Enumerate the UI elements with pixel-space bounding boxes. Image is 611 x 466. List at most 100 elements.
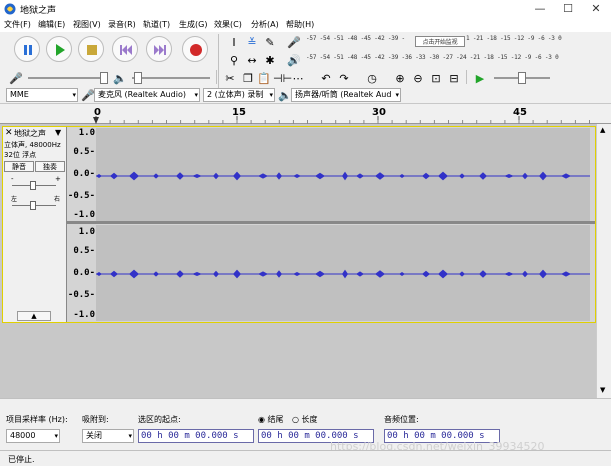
pan-right: 右	[54, 196, 61, 203]
pan-thumb[interactable]	[30, 201, 36, 210]
cut-icon[interactable]: ✂	[222, 70, 238, 86]
track-area[interactable]: ✕ 地狱之声 ▼ 立体声, 48000Hz 32位 浮点 静音 独奏 - + 左…	[0, 124, 611, 398]
trim-icon[interactable]: ⊣⊢	[272, 70, 292, 86]
gain-slider[interactable]	[12, 181, 56, 190]
menu-edit[interactable]: 编辑(E)	[38, 19, 65, 30]
selection-start-value: 00 h 00 m 00.000 s	[141, 431, 239, 441]
record-meter-right: 1 -21 -18 -15 -12 -9 -6 -3 0	[466, 35, 576, 46]
selection-tool-icon[interactable]: I	[226, 34, 242, 50]
scroll-up-icon[interactable]: ▲	[600, 126, 605, 134]
chevron-down-icon: ▾	[269, 91, 273, 99]
undo-icon[interactable]: ↶	[318, 70, 334, 86]
minimize-button[interactable]: —	[526, 0, 554, 18]
waveform-left-channel[interactable]	[96, 128, 590, 221]
playback-meter-speaker-icon[interactable]: 🔊	[286, 52, 302, 68]
play-button[interactable]	[46, 36, 72, 62]
record-volume-thumb[interactable]	[100, 72, 108, 84]
mute-button[interactable]: 静音	[4, 161, 34, 172]
play-speed-thumb[interactable]	[518, 72, 526, 84]
playback-volume-slider[interactable]	[132, 72, 210, 84]
snap-to-label: 吸附到:	[82, 415, 109, 424]
selection-start-time[interactable]: 00 h 00 m 00.000 s	[138, 429, 254, 443]
menu-tracks[interactable]: 轨道(T)	[143, 19, 170, 30]
menu-file[interactable]: 文件(F)	[4, 19, 31, 30]
fit-project-icon[interactable]: ⊟	[446, 70, 462, 86]
playback-meter[interactable]: -57 -54 -51 -48 -45 -42 -39 -36 -33 -30 …	[306, 54, 576, 65]
pan-slider[interactable]	[12, 201, 56, 210]
skip-start-icon	[120, 45, 132, 55]
paste-icon[interactable]: 📋	[256, 70, 272, 86]
scale-bot-0: 0.0-	[73, 268, 95, 278]
menu-view[interactable]: 视图(V)	[73, 19, 101, 30]
ruler-tick-45: 45	[513, 107, 527, 118]
input-device-value: 麦克风 (Realtek Audio)	[98, 90, 187, 99]
mute-label: 静音	[12, 163, 26, 171]
channels-select[interactable]: 2 (立体声) 录制 ▾	[203, 88, 275, 102]
input-device-select[interactable]: 麦克风 (Realtek Audio) ▾	[94, 88, 200, 102]
vertical-scrollbar[interactable]: ▲ ▼	[596, 124, 611, 398]
menu-effect[interactable]: 效果(C)	[214, 19, 242, 30]
skip-end-button[interactable]	[146, 36, 172, 62]
zoom-out-icon[interactable]: ⊖	[410, 70, 426, 86]
pause-button[interactable]	[14, 36, 40, 62]
maximize-button[interactable]: ☐	[554, 0, 582, 18]
monitor-button[interactable]: 点击开始监视	[415, 36, 465, 47]
draw-tool-icon[interactable]: ✎	[262, 34, 278, 50]
skip-start-button[interactable]	[112, 36, 138, 62]
timeshift-tool-icon[interactable]: ↔	[244, 52, 260, 68]
playback-volume-thumb[interactable]	[134, 72, 142, 84]
scale-top-0: 0.0-	[73, 169, 95, 179]
waveform-right-svg	[96, 269, 590, 279]
length-radio[interactable]: ○ 长度	[292, 414, 318, 425]
copy-icon[interactable]: ❐	[240, 70, 256, 86]
pause-icon	[24, 45, 32, 55]
track-close-icon[interactable]: ✕	[5, 128, 13, 138]
multi-tool-icon[interactable]: ✱	[262, 52, 278, 68]
skip-end-icon	[154, 45, 166, 55]
chevron-down-icon: ▾	[194, 91, 198, 99]
menu-bar: 文件(F) 编辑(E) 视图(V) 录音(R) 轨道(T) 生成(G) 效果(C…	[0, 18, 611, 32]
project-rate-select[interactable]: 48000 ▾	[6, 429, 60, 443]
close-button[interactable]: ✕	[582, 0, 610, 18]
envelope-tool-icon[interactable]: ≚	[244, 34, 260, 50]
track-menu-chevron-icon[interactable]: ▼	[55, 128, 61, 137]
mic-volume-icon: 🎤	[9, 72, 23, 85]
menu-help[interactable]: 帮助(H)	[286, 19, 314, 30]
fit-selection-icon[interactable]: ⊡	[428, 70, 444, 86]
scroll-down-icon[interactable]: ▼	[600, 386, 605, 394]
menu-generate[interactable]: 生成(G)	[179, 19, 207, 30]
zoom-tool-icon[interactable]: ⚲	[226, 52, 242, 68]
track-name[interactable]: 地狱之声	[14, 128, 46, 139]
record-button[interactable]	[182, 36, 208, 62]
redo-icon[interactable]: ↷	[336, 70, 352, 86]
play-at-speed-icon[interactable]: ▶	[472, 70, 488, 86]
scale-bot-m1: -1.0	[73, 310, 95, 320]
track-format: 立体声, 48000Hz	[4, 141, 61, 149]
sync-lock-icon[interactable]: ◷	[364, 70, 380, 86]
silence-icon[interactable]: ⋯	[290, 70, 306, 86]
record-volume-slider[interactable]	[28, 72, 108, 84]
scale-top-05: 0.5-	[73, 147, 95, 157]
stop-button[interactable]	[78, 36, 104, 62]
menu-record[interactable]: 录音(R)	[108, 19, 136, 30]
play-speed-slider[interactable]	[494, 72, 550, 84]
play-icon	[56, 44, 65, 56]
snap-to-select[interactable]: 关闭 ▾	[82, 429, 134, 443]
playback-meter-scale: -57 -54 -51 -48 -45 -42 -39 -36 -33 -30 …	[306, 54, 559, 61]
record-meter-mic-icon[interactable]: 🎤	[286, 34, 302, 50]
gain-thumb[interactable]	[30, 181, 36, 190]
collapse-track-button[interactable]: ▲	[17, 311, 51, 321]
ruler-tick-15: 15	[232, 107, 246, 118]
solo-button[interactable]: 独奏	[35, 161, 65, 172]
menu-analyze[interactable]: 分析(A)	[251, 19, 279, 30]
scale-bot-05: 0.5-	[73, 246, 95, 256]
monitor-label: 点击开始监视	[422, 39, 458, 46]
track-control-panel: ✕ 地狱之声 ▼ 立体声, 48000Hz 32位 浮点 静音 独奏 - + 左…	[3, 127, 67, 322]
output-device-select[interactable]: 扬声器/听筒 (Realtek Aud ▾	[291, 88, 401, 102]
zoom-in-icon[interactable]: ⊕	[392, 70, 408, 86]
timeline-ruler[interactable]: 0 15 30 45	[0, 104, 611, 124]
end-radio[interactable]: ◉ 结尾	[258, 414, 284, 425]
audio-host-select[interactable]: MME ▾	[6, 88, 78, 102]
waveform-right-channel[interactable]	[96, 225, 590, 321]
scale-bot-1: 1.0	[78, 227, 95, 237]
